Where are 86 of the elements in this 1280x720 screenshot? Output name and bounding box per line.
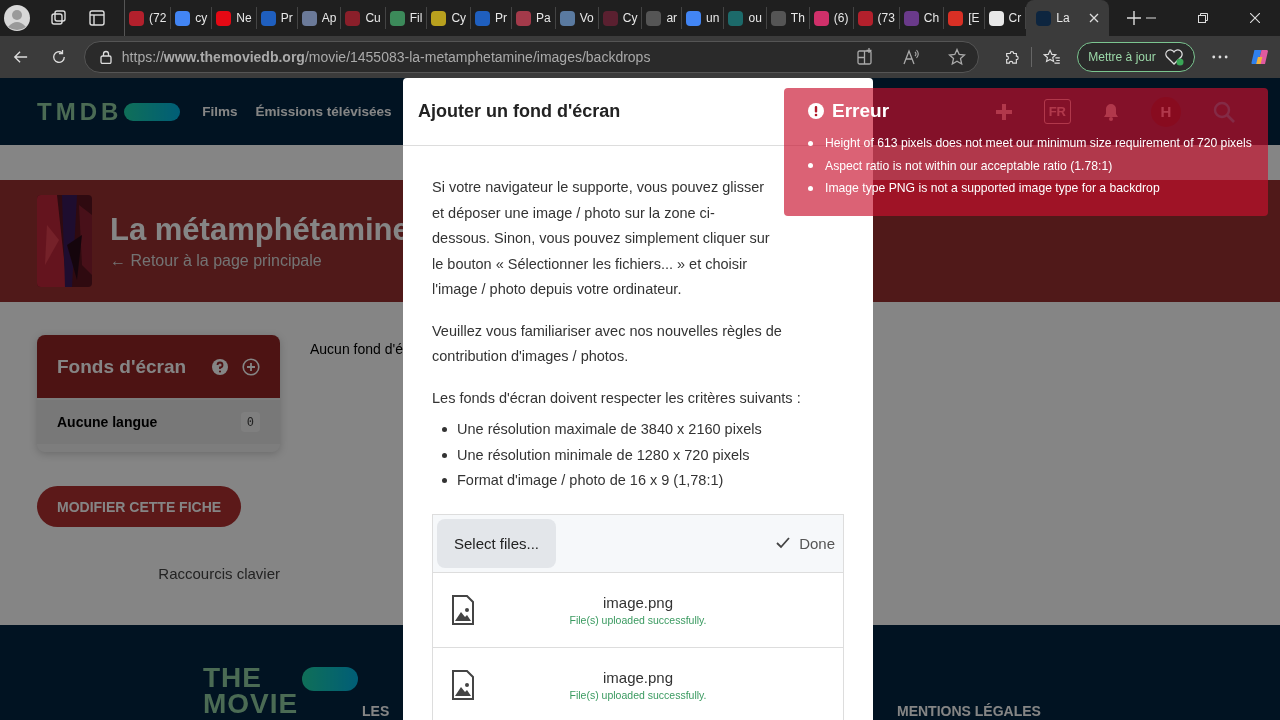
card-title: Fonds d'écran [57,355,188,378]
workspaces-icon[interactable] [50,9,68,27]
file-name: image.png [602,668,674,686]
browser-tab[interactable]: La [1026,0,1109,36]
alert-icon [808,103,824,119]
bullet-icon [442,427,447,433]
logo-pill-icon [124,102,181,121]
check-icon [776,537,791,549]
close-icon[interactable] [1250,13,1260,23]
error-message: Height of 613 pixels does not meet our minimum size requirement of 720 pixels [825,135,1252,152]
edit-button[interactable]: MODIFIER CETTE FICHE [37,486,242,527]
upload-status: Done [799,534,835,552]
browser-tab[interactable]: ar [642,7,683,29]
criteria-item: Format d'image / photo de 16 x 9 (1,78:1) [457,471,724,490]
browser-tab[interactable]: Cy [427,7,472,29]
browser-tab[interactable]: Cr [984,7,1027,29]
puzzle-icon[interactable] [1003,48,1020,66]
browser-tab[interactable]: (73 [853,7,900,29]
select-files-button[interactable]: Select files... [437,518,557,568]
upload-area[interactable]: Select files... Done image.png File(s) uploaded successfully. image.png File(s) uploaded successfully. [432,513,844,720]
movie-title: La métamphétamine [110,212,410,248]
browser-tab[interactable]: Cu [341,7,386,29]
close-icon[interactable] [1088,13,1099,23]
bullet-icon [808,185,813,191]
image-file-icon [452,594,474,625]
footer-logo: THE [203,665,263,691]
browser-tab[interactable]: (6) [809,7,854,29]
dialog-text: Si votre navigateur le supporte, vous pouvez glisser et déposer une image / photo sur la zone ci-dessous. Sinon, vous pouvez simplement cliquer sur le bouton « Sélectionner les fichiers... » et choisir l'image / photo depuis votre ordinateur. [432,178,771,299]
help-icon[interactable] [212,358,228,375]
browser-tab[interactable]: [E [944,7,985,29]
footer-logo: MOVIE [203,691,299,717]
logo-pill-icon [302,667,359,691]
upload-success-message: File(s) uploaded successfully. [569,688,707,701]
image-file-icon [452,669,474,700]
browser-tab[interactable]: Ne [212,7,257,29]
browser-tab[interactable]: Pr [471,7,513,29]
browser-tab[interactable]: cy [171,7,213,29]
file-name: image.png [602,593,674,611]
browser-tab[interactable]: Pr [256,7,298,29]
restore-icon[interactable] [1198,13,1208,23]
bullet-icon [808,140,813,146]
bullet-icon [808,163,813,169]
add-icon[interactable] [242,357,260,376]
nav-link[interactable]: Émissions télévisées [255,104,392,119]
star-icon[interactable] [947,48,966,66]
more-icon[interactable] [1211,55,1228,59]
split-screen-icon[interactable] [855,48,874,66]
dialog-title: Ajouter un fond d'écran [418,101,621,122]
favorites-icon[interactable] [1042,48,1061,66]
browser-tab[interactable]: Ap [297,7,342,29]
error-message: Image type PNG is not a supported image type for a backdrop [825,180,1160,197]
criteria-item: Une résolution minimale de 1280 x 720 pixels [457,445,750,465]
shortcuts-link[interactable]: Raccourcis clavier [158,565,280,582]
browser-tab[interactable]: Ch [899,7,945,29]
footer-heading: LES [362,703,390,719]
lock-icon [99,50,112,64]
bullet-icon [442,478,447,484]
tab-actions-icon[interactable] [88,9,106,27]
dialog-text: Veuillez vous familiariser avec nos nouvelles règles de contribution d'images / photos. [432,321,783,366]
heart-icon [1163,48,1184,66]
browser-tab[interactable]: (72 [125,7,172,29]
new-tab-icon[interactable] [1126,11,1141,25]
url-text: https://www.themoviedb.org/movie/1455083-la-metamphetamine/images/backdrops [121,49,652,65]
upload-success-message: File(s) uploaded successfully. [569,613,707,626]
error-message: Aspect ratio is not within our acceptable ratio (1.78:1) [825,157,1113,175]
count-badge: 0 [240,412,260,432]
nav-link[interactable]: Films [202,104,238,119]
profile-avatar-icon[interactable] [4,5,30,31]
address-bar[interactable]: https://www.themoviedb.org/movie/1455083-la-metamphetamine/images/backdrops [83,41,979,73]
language-item[interactable]: Aucune langue 0 [37,400,280,444]
browser-tab[interactable]: un [682,7,725,29]
update-button[interactable]: Mettre à jour [1077,42,1195,72]
back-arrow-icon[interactable] [13,48,29,66]
browser-tab[interactable]: Pa [512,7,556,29]
read-aloud-icon[interactable] [901,48,920,66]
browser-tab[interactable]: Th [766,7,810,29]
browser-tab[interactable]: Fil [385,7,428,29]
browser-tab[interactable]: Vo [555,7,599,29]
empty-message: Aucun fond d'é [310,341,403,359]
criteria-item: Une résolution maximale de 3840 x 2160 pixels [457,420,762,439]
dialog-text: Les fonds d'écran doivent respecter les critères suivants : [432,388,802,408]
bullet-icon [442,452,447,458]
reload-icon[interactable] [50,48,67,66]
browser-tab[interactable]: Cy [598,7,643,29]
browser-tab[interactable]: ou [724,7,767,29]
footer-heading: MENTIONS LÉGALES [897,703,1041,719]
